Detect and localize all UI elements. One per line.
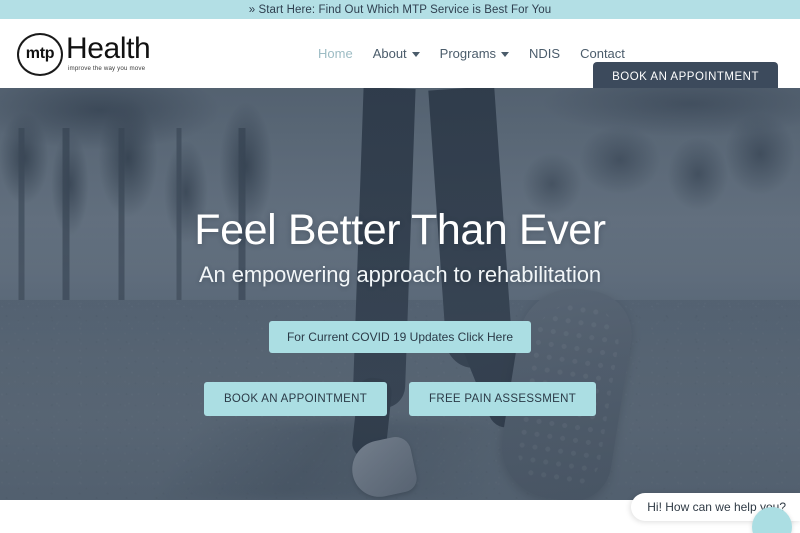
announcement-bar: » Start Here: Find Out Which MTP Service… <box>0 0 800 19</box>
nav-label-home: Home <box>318 46 353 61</box>
nav-label-programs: Programs <box>439 46 497 61</box>
nav-label-contact: Contact <box>580 46 625 61</box>
nav-item-home[interactable]: Home <box>318 46 353 61</box>
hero-cta-row: BOOK AN APPOINTMENT FREE PAIN ASSESSMENT <box>203 382 597 416</box>
hero-book-appointment-button[interactable]: BOOK AN APPOINTMENT <box>203 382 388 416</box>
logo-wordmark: Health <box>66 31 151 65</box>
hero-headline: Feel Better Than Ever <box>194 206 606 254</box>
nav-item-programs[interactable]: Programs <box>439 46 510 61</box>
webpage-root: » Start Here: Find Out Which MTP Service… <box>0 0 800 533</box>
page-bottom-strip: Hi! How can we help you? <box>0 493 800 533</box>
nav-item-contact[interactable]: Contact <box>580 46 625 61</box>
logo-circle-mark: mtp <box>17 32 63 76</box>
nav-label-about: About <box>372 46 407 61</box>
nav-item-about[interactable]: About <box>373 46 420 61</box>
logo-tagline: improve the way you move <box>68 64 146 72</box>
hero-free-pain-assessment-button[interactable]: FREE PAIN ASSESSMENT <box>409 382 597 416</box>
site-logo[interactable]: mtp Health improve the way you move <box>17 31 151 76</box>
hero-section: Feel Better Than Ever An empowering appr… <box>0 88 800 500</box>
covid-updates-button[interactable]: For Current COVID 19 Updates Click Here <box>268 321 532 353</box>
chevron-down-icon <box>501 52 510 57</box>
hero-subheadline: An empowering approach to rehabilitation <box>198 262 602 287</box>
site-header: mtp Health improve the way you move Home… <box>0 19 800 92</box>
hero-content: Feel Better Than Ever An empowering appr… <box>0 88 800 500</box>
nav-label-ndis: NDIS <box>529 46 561 61</box>
nav-item-ndis[interactable]: NDIS <box>529 46 560 61</box>
announcement-link[interactable]: » Start Here: Find Out Which MTP Service… <box>249 4 552 16</box>
chevron-down-icon <box>411 52 420 57</box>
main-navigation: Home About Programs NDIS Contact <box>318 19 625 88</box>
logo-text-block: Health improve the way you move <box>66 31 151 72</box>
